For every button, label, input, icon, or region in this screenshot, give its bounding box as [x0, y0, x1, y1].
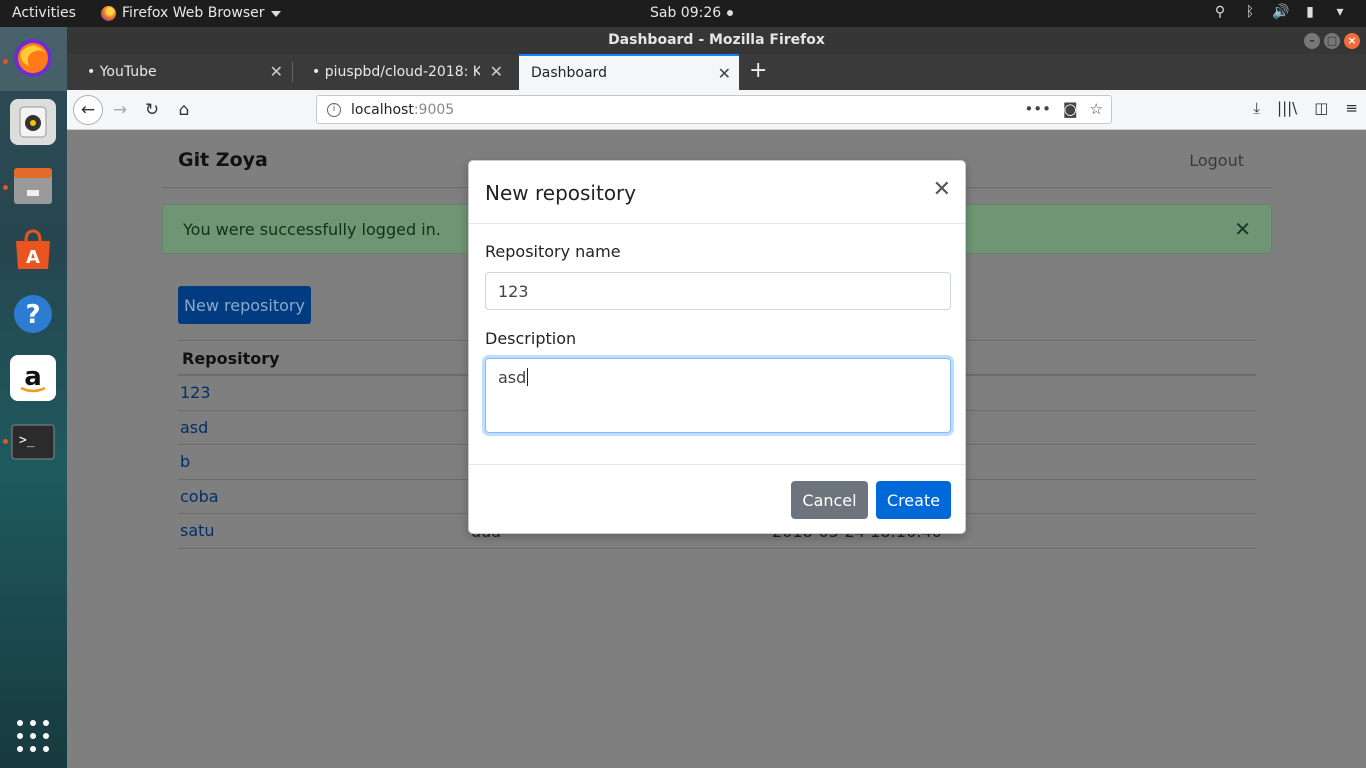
tab-label: • piuspbd/cloud-2018: Kor: [312, 64, 480, 80]
accessibility-icon[interactable]: ⚲: [1212, 4, 1228, 20]
svg-text:>_: >_: [19, 433, 35, 448]
close-icon[interactable]: ✕: [490, 62, 503, 81]
rhythmbox-launcher-icon[interactable]: [10, 99, 56, 145]
alert-message: You were successfully logged in.: [183, 220, 441, 239]
navigation-bar: ← → ↻ ⌂ i localhost:9005 ••• ◙ ☆ ⤓ |||\ …: [67, 90, 1366, 130]
new-repository-modal: New repository ✕ Repository name 123 Des…: [468, 160, 966, 534]
repository-link[interactable]: b: [180, 452, 190, 471]
modal-header: New repository ✕: [469, 161, 965, 224]
terminal-launcher-icon[interactable]: >_: [10, 419, 56, 465]
close-icon[interactable]: ✕: [270, 62, 283, 81]
tab-label: • YouTube: [87, 64, 157, 80]
tab-label: Dashboard: [531, 65, 607, 81]
cancel-button[interactable]: Cancel: [791, 481, 868, 519]
back-button[interactable]: ←: [73, 95, 103, 125]
volume-icon[interactable]: 🔊: [1272, 4, 1289, 20]
chevron-down-icon[interactable]: ▾: [1332, 4, 1348, 20]
close-icon[interactable]: ✕: [933, 177, 951, 202]
running-indicator: [3, 59, 8, 64]
reload-button[interactable]: ↻: [137, 95, 167, 125]
running-indicator: [3, 439, 8, 444]
amazon-launcher-icon[interactable]: a: [10, 355, 56, 401]
bluetooth-icon[interactable]: ᛒ: [1242, 4, 1258, 20]
launcher-dock: A ? a >_: [0, 27, 67, 768]
firefox-icon: [101, 5, 116, 21]
help-launcher-icon[interactable]: ?: [10, 291, 56, 337]
activities-button[interactable]: Activities: [12, 5, 76, 21]
close-window-icon[interactable]: ×: [1344, 33, 1360, 49]
page-title[interactable]: Git Zoya: [178, 149, 268, 171]
battery-icon[interactable]: ▮: [1302, 4, 1318, 20]
close-icon[interactable]: ✕: [718, 64, 731, 83]
svg-text:a: a: [24, 362, 42, 392]
window-controls: – □ ×: [1304, 33, 1360, 49]
download-icon[interactable]: ⤓: [1253, 99, 1260, 117]
repository-link[interactable]: 123: [180, 383, 211, 402]
new-repository-button[interactable]: New repository: [178, 286, 311, 324]
tab-github[interactable]: • piuspbd/cloud-2018: Kor ✕: [300, 54, 511, 90]
logout-link[interactable]: Logout: [1189, 151, 1244, 170]
window-titlebar: Dashboard - Mozilla Firefox – □ ×: [67, 27, 1366, 54]
app-menu-label: Firefox Web Browser: [122, 5, 265, 21]
notification-dot-icon: [727, 10, 734, 16]
tab-bar: • YouTube ✕ • piuspbd/cloud-2018: Kor ✕ …: [67, 54, 1366, 90]
repository-name-label: Repository name: [485, 242, 621, 261]
chevron-down-icon: [270, 11, 281, 17]
files-launcher-icon[interactable]: [10, 163, 56, 209]
menu-icon[interactable]: ≡: [1345, 99, 1358, 117]
clock-text: Sab 09:26: [650, 5, 722, 21]
svg-text:A: A: [26, 247, 40, 268]
svg-text:?: ?: [25, 300, 40, 330]
pocket-icon[interactable]: ◙: [1063, 100, 1078, 118]
system-tray[interactable]: ⚲ ᛒ 🔊 ▮ ▾: [1212, 4, 1348, 20]
tab-separator: [292, 62, 293, 82]
url-host: localhost: [351, 101, 414, 118]
repository-link[interactable]: coba: [180, 487, 219, 506]
url-bar[interactable]: i localhost:9005 ••• ◙ ☆: [316, 95, 1112, 124]
show-applications-icon[interactable]: [17, 720, 49, 752]
tab-youtube[interactable]: • YouTube ✕: [75, 54, 291, 90]
create-button[interactable]: Create: [876, 481, 951, 519]
software-center-launcher-icon[interactable]: A: [10, 227, 56, 273]
library-icon[interactable]: |||\: [1277, 99, 1297, 117]
firefox-launcher-icon[interactable]: [10, 35, 56, 81]
description-label: Description: [485, 329, 577, 348]
home-icon: ⌂: [178, 100, 190, 120]
new-tab-icon[interactable]: +: [749, 58, 767, 83]
arrow-left-icon: ←: [80, 100, 96, 120]
minimize-icon[interactable]: –: [1304, 33, 1320, 49]
running-indicator: [3, 185, 8, 190]
arrow-right-icon: →: [112, 100, 128, 120]
info-icon[interactable]: i: [327, 102, 341, 117]
home-button[interactable]: ⌂: [169, 95, 199, 125]
app-menu[interactable]: Firefox Web Browser: [101, 5, 281, 21]
description-value: asd: [498, 368, 527, 387]
reload-icon: ↻: [144, 100, 160, 120]
forward-button[interactable]: →: [105, 95, 135, 125]
text-cursor: [527, 368, 529, 386]
repository-link[interactable]: asd: [180, 418, 208, 437]
window-title: Dashboard - Mozilla Firefox: [608, 32, 825, 48]
maximize-icon[interactable]: □: [1324, 33, 1340, 49]
system-top-bar: Activities Firefox Web Browser Sab 09:26…: [0, 0, 1366, 27]
sidebar-icon[interactable]: ◫: [1314, 99, 1328, 117]
tab-dashboard[interactable]: Dashboard ✕: [519, 54, 739, 90]
page-actions-icon[interactable]: •••: [1024, 100, 1051, 118]
url-port: :9005: [413, 101, 455, 118]
close-icon[interactable]: ✕: [1234, 217, 1251, 241]
url-actions: ••• ◙ ☆: [1024, 100, 1103, 118]
modal-title: New repository: [485, 181, 637, 205]
modal-footer-divider: [469, 464, 965, 465]
bookmark-star-icon[interactable]: ☆: [1090, 100, 1103, 118]
repository-name-value: 123: [498, 282, 529, 301]
description-textarea[interactable]: asd: [485, 358, 951, 433]
toolbar-right: ⤓ |||\ ◫ ≡: [1253, 99, 1358, 117]
repository-name-input[interactable]: 123: [485, 272, 951, 310]
clock[interactable]: Sab 09:26: [650, 5, 734, 21]
repository-link[interactable]: satu: [180, 521, 215, 540]
